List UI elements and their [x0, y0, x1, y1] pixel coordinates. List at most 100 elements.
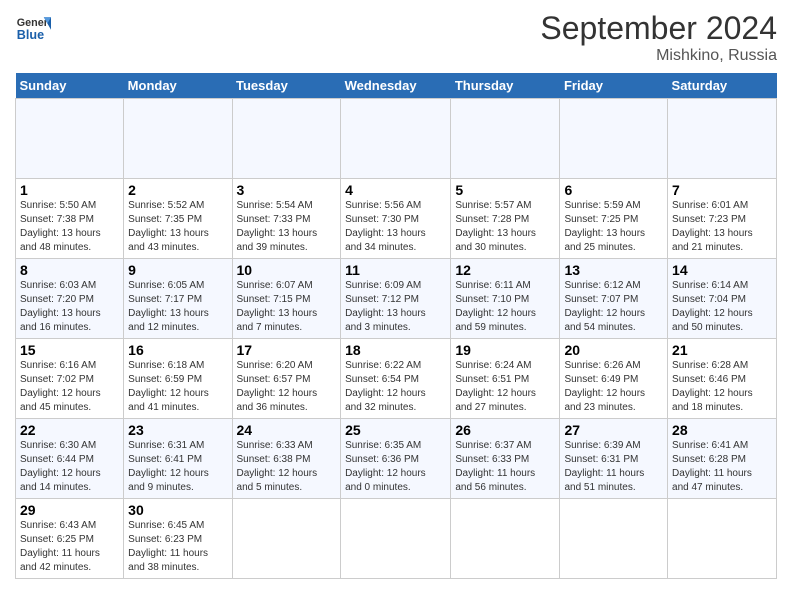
day-number: 28 [672, 422, 772, 438]
week-row-1: 1Sunrise: 5:50 AMSunset: 7:38 PMDaylight… [16, 179, 777, 259]
day-number: 25 [345, 422, 446, 438]
page-container: General Blue September 2024 Mishkino, Ru… [0, 0, 792, 589]
calendar-cell: 1Sunrise: 5:50 AMSunset: 7:38 PMDaylight… [16, 179, 124, 259]
day-number: 8 [20, 262, 119, 278]
day-number: 21 [672, 342, 772, 358]
title-block: September 2024 Mishkino, Russia [540, 10, 777, 65]
calendar-cell: 20Sunrise: 6:26 AMSunset: 6:49 PMDayligh… [560, 339, 668, 419]
day-number: 24 [237, 422, 337, 438]
calendar-cell: 14Sunrise: 6:14 AMSunset: 7:04 PMDayligh… [668, 259, 777, 339]
calendar-cell: 9Sunrise: 6:05 AMSunset: 7:17 PMDaylight… [124, 259, 232, 339]
calendar-cell: 17Sunrise: 6:20 AMSunset: 6:57 PMDayligh… [232, 339, 341, 419]
day-info: Sunrise: 6:33 AMSunset: 6:38 PMDaylight:… [237, 439, 337, 495]
calendar-cell: 30Sunrise: 6:45 AMSunset: 6:23 PMDayligh… [124, 499, 232, 579]
week-row-5: 29Sunrise: 6:43 AMSunset: 6:25 PMDayligh… [16, 499, 777, 579]
calendar-cell: 26Sunrise: 6:37 AMSunset: 6:33 PMDayligh… [451, 419, 560, 499]
calendar-cell: 6Sunrise: 5:59 AMSunset: 7:25 PMDaylight… [560, 179, 668, 259]
day-info: Sunrise: 6:45 AMSunset: 6:23 PMDaylight:… [128, 519, 227, 575]
day-info: Sunrise: 6:24 AMSunset: 6:51 PMDaylight:… [455, 359, 555, 415]
day-number: 23 [128, 422, 227, 438]
day-info: Sunrise: 6:35 AMSunset: 6:36 PMDaylight:… [345, 439, 446, 495]
day-number: 18 [345, 342, 446, 358]
col-tuesday: Tuesday [232, 73, 341, 99]
day-number: 10 [237, 262, 337, 278]
column-headers: Sunday Monday Tuesday Wednesday Thursday… [16, 73, 777, 99]
svg-text:Blue: Blue [17, 28, 44, 42]
day-info: Sunrise: 6:37 AMSunset: 6:33 PMDaylight:… [455, 439, 555, 495]
day-info: Sunrise: 5:57 AMSunset: 7:28 PMDaylight:… [455, 199, 555, 255]
calendar-cell [668, 499, 777, 579]
day-info: Sunrise: 6:20 AMSunset: 6:57 PMDaylight:… [237, 359, 337, 415]
day-number: 29 [20, 502, 119, 518]
day-info: Sunrise: 6:18 AMSunset: 6:59 PMDaylight:… [128, 359, 227, 415]
day-number: 4 [345, 182, 446, 198]
calendar-cell [124, 99, 232, 179]
day-info: Sunrise: 6:16 AMSunset: 7:02 PMDaylight:… [20, 359, 119, 415]
day-info: Sunrise: 6:28 AMSunset: 6:46 PMDaylight:… [672, 359, 772, 415]
day-info: Sunrise: 6:43 AMSunset: 6:25 PMDaylight:… [20, 519, 119, 575]
calendar-cell: 23Sunrise: 6:31 AMSunset: 6:41 PMDayligh… [124, 419, 232, 499]
calendar-cell: 25Sunrise: 6:35 AMSunset: 6:36 PMDayligh… [341, 419, 451, 499]
week-row-3: 15Sunrise: 6:16 AMSunset: 7:02 PMDayligh… [16, 339, 777, 419]
calendar-cell [668, 99, 777, 179]
calendar-cell [560, 99, 668, 179]
calendar-cell: 29Sunrise: 6:43 AMSunset: 6:25 PMDayligh… [16, 499, 124, 579]
day-number: 3 [237, 182, 337, 198]
calendar-cell: 28Sunrise: 6:41 AMSunset: 6:28 PMDayligh… [668, 419, 777, 499]
day-number: 12 [455, 262, 555, 278]
day-number: 5 [455, 182, 555, 198]
col-monday: Monday [124, 73, 232, 99]
calendar-cell: 13Sunrise: 6:12 AMSunset: 7:07 PMDayligh… [560, 259, 668, 339]
day-info: Sunrise: 5:50 AMSunset: 7:38 PMDaylight:… [20, 199, 119, 255]
day-number: 19 [455, 342, 555, 358]
day-info: Sunrise: 6:22 AMSunset: 6:54 PMDaylight:… [345, 359, 446, 415]
col-wednesday: Wednesday [341, 73, 451, 99]
calendar-cell: 19Sunrise: 6:24 AMSunset: 6:51 PMDayligh… [451, 339, 560, 419]
calendar-cell: 7Sunrise: 6:01 AMSunset: 7:23 PMDaylight… [668, 179, 777, 259]
page-header: General Blue September 2024 Mishkino, Ru… [15, 10, 777, 65]
day-info: Sunrise: 5:56 AMSunset: 7:30 PMDaylight:… [345, 199, 446, 255]
week-row-2: 8Sunrise: 6:03 AMSunset: 7:20 PMDaylight… [16, 259, 777, 339]
col-thursday: Thursday [451, 73, 560, 99]
location: Mishkino, Russia [540, 47, 777, 65]
day-info: Sunrise: 5:59 AMSunset: 7:25 PMDaylight:… [564, 199, 663, 255]
day-number: 20 [564, 342, 663, 358]
calendar-cell: 22Sunrise: 6:30 AMSunset: 6:44 PMDayligh… [16, 419, 124, 499]
calendar-cell [560, 499, 668, 579]
day-number: 2 [128, 182, 227, 198]
day-info: Sunrise: 6:39 AMSunset: 6:31 PMDaylight:… [564, 439, 663, 495]
day-number: 13 [564, 262, 663, 278]
calendar-cell: 18Sunrise: 6:22 AMSunset: 6:54 PMDayligh… [341, 339, 451, 419]
day-number: 16 [128, 342, 227, 358]
day-info: Sunrise: 6:26 AMSunset: 6:49 PMDaylight:… [564, 359, 663, 415]
col-sunday: Sunday [16, 73, 124, 99]
day-info: Sunrise: 5:54 AMSunset: 7:33 PMDaylight:… [237, 199, 337, 255]
day-info: Sunrise: 6:31 AMSunset: 6:41 PMDaylight:… [128, 439, 227, 495]
day-number: 1 [20, 182, 119, 198]
day-number: 30 [128, 502, 227, 518]
calendar-cell [341, 99, 451, 179]
day-number: 26 [455, 422, 555, 438]
calendar-cell: 11Sunrise: 6:09 AMSunset: 7:12 PMDayligh… [341, 259, 451, 339]
calendar-cell: 21Sunrise: 6:28 AMSunset: 6:46 PMDayligh… [668, 339, 777, 419]
day-number: 22 [20, 422, 119, 438]
calendar-cell: 15Sunrise: 6:16 AMSunset: 7:02 PMDayligh… [16, 339, 124, 419]
calendar-table: Sunday Monday Tuesday Wednesday Thursday… [15, 73, 777, 579]
calendar-cell [16, 99, 124, 179]
week-row-0 [16, 99, 777, 179]
day-info: Sunrise: 6:30 AMSunset: 6:44 PMDaylight:… [20, 439, 119, 495]
day-info: Sunrise: 6:09 AMSunset: 7:12 PMDaylight:… [345, 279, 446, 335]
logo: General Blue [15, 10, 51, 46]
day-number: 6 [564, 182, 663, 198]
calendar-cell: 8Sunrise: 6:03 AMSunset: 7:20 PMDaylight… [16, 259, 124, 339]
day-number: 27 [564, 422, 663, 438]
calendar-cell: 2Sunrise: 5:52 AMSunset: 7:35 PMDaylight… [124, 179, 232, 259]
day-number: 15 [20, 342, 119, 358]
calendar-cell: 5Sunrise: 5:57 AMSunset: 7:28 PMDaylight… [451, 179, 560, 259]
logo-icon: General Blue [15, 10, 51, 46]
day-number: 11 [345, 262, 446, 278]
day-info: Sunrise: 6:12 AMSunset: 7:07 PMDaylight:… [564, 279, 663, 335]
week-row-4: 22Sunrise: 6:30 AMSunset: 6:44 PMDayligh… [16, 419, 777, 499]
month-title: September 2024 [540, 10, 777, 47]
calendar-cell [232, 499, 341, 579]
